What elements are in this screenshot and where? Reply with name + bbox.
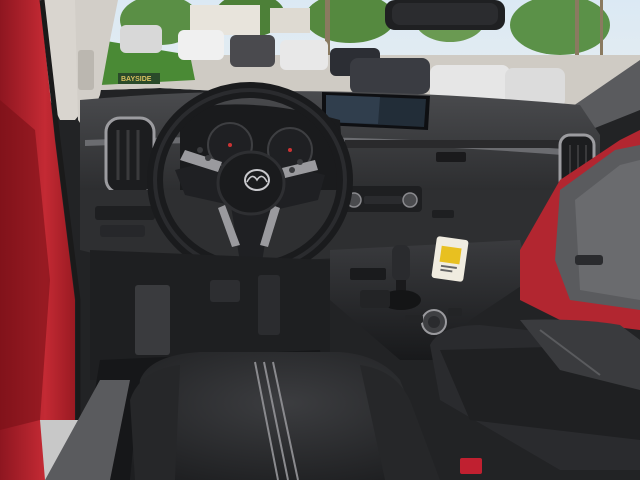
rearview-mirror xyxy=(385,0,505,30)
car-interior-illustration: BAYSIDE xyxy=(0,0,640,480)
dealer-plate-text: BAYSIDE xyxy=(121,76,152,83)
left-lower-panel xyxy=(100,225,145,237)
seatbelt-buckle xyxy=(460,458,482,474)
dead-pedal xyxy=(210,280,240,302)
hazard-button xyxy=(432,210,454,218)
center-vent xyxy=(436,152,466,162)
car-interior-photo: BAYSIDE xyxy=(0,0,640,480)
left-switch-panel xyxy=(95,206,155,220)
accelerator-pedal xyxy=(258,275,280,335)
climate-controls xyxy=(342,186,422,212)
dash-seam xyxy=(345,140,565,148)
air-vent-left xyxy=(104,116,156,195)
tweeter xyxy=(78,50,94,90)
brake-pedal xyxy=(135,285,170,355)
gear-shifter xyxy=(392,245,410,281)
price-hang-tag xyxy=(431,236,469,282)
